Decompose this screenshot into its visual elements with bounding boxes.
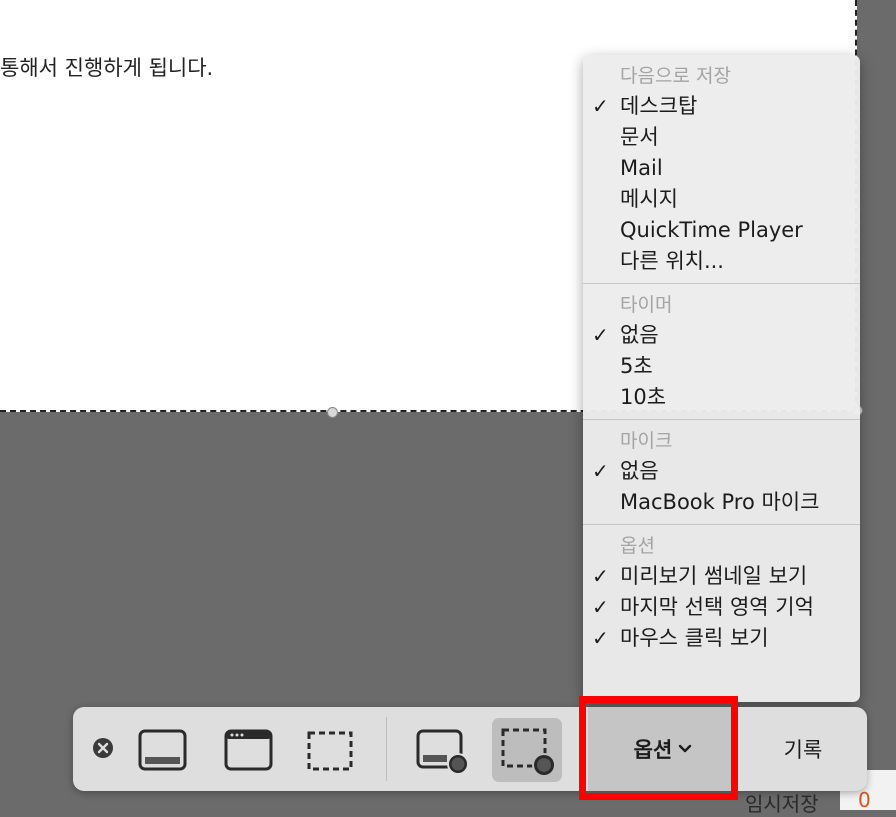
menu-item-messages[interactable]: 메시지: [583, 184, 860, 215]
record-label: 기록: [783, 738, 823, 762]
menu-header-options: 옵션: [620, 535, 655, 557]
menu-item-mic-macbook-pro[interactable]: MacBook Pro 마이크: [583, 487, 860, 518]
selection-handle-bottom[interactable]: [327, 407, 338, 418]
menu-item-desktop[interactable]: ✓ 데스크탑: [583, 91, 860, 122]
menu-item-show-mouse-clicks[interactable]: ✓ 마우스 클릭 보기: [583, 623, 860, 654]
checkmark-icon: ✓: [592, 595, 609, 619]
screenshot-toolbar: 옵션 기록: [73, 707, 867, 791]
toolbar-divider: [386, 717, 387, 781]
record-selection-icon[interactable]: [492, 718, 562, 782]
menu-header-timer: 타이머: [620, 294, 673, 316]
menu-header-save-to: 다음으로 저장: [620, 65, 731, 87]
menu-item-quicktime-player[interactable]: QuickTime Player: [583, 215, 860, 246]
menu-item-timer-none[interactable]: ✓ 없음: [583, 320, 860, 351]
checkmark-icon: ✓: [592, 626, 609, 650]
menu-item-mail[interactable]: Mail: [583, 153, 860, 184]
menu-item-mic-none[interactable]: ✓ 없음: [583, 456, 860, 487]
capture-window-icon[interactable]: [221, 725, 277, 777]
menu-header-microphone: 마이크: [620, 430, 673, 452]
save-draft-button[interactable]: 임시저장: [745, 788, 819, 817]
record-entire-screen-icon[interactable]: [413, 725, 469, 777]
menu-section-save-to: 다음으로 저장 ✓ 데스크탑 문서 Mail 메시지 QuickTime Play…: [583, 61, 860, 283]
menu-item-remember-last-selection[interactable]: ✓ 마지막 선택 영역 기억: [583, 592, 860, 623]
menu-item-other-location[interactable]: 다른 위치...: [583, 246, 860, 277]
menu-item-timer-5s[interactable]: 5초: [583, 351, 860, 382]
menu-section-microphone: 마이크 ✓ 없음 MacBook Pro 마이크: [583, 419, 860, 524]
record-button[interactable]: 기록: [743, 707, 863, 791]
highlight-annotation-box: [579, 696, 738, 800]
checkmark-icon: ✓: [592, 94, 609, 118]
menu-item-show-floating-thumbnail[interactable]: ✓ 미리보기 썸네일 보기: [583, 561, 860, 592]
menu-section-options: 옵션 ✓ 미리보기 썸네일 보기 ✓ 마지막 선택 영역 기억 ✓ 마우스 클릭 보기: [583, 524, 860, 660]
capture-entire-screen-icon[interactable]: [135, 725, 191, 777]
close-icon[interactable]: [92, 737, 114, 759]
document-text: 통해서 진행하게 됩니다.: [0, 56, 214, 80]
checkmark-icon: ✓: [592, 459, 609, 483]
options-dropdown-menu: 다음으로 저장 ✓ 데스크탑 문서 Mail 메시지 QuickTime Play…: [583, 55, 860, 702]
checkmark-icon: ✓: [592, 564, 609, 588]
checkmark-icon: ✓: [592, 323, 609, 347]
menu-section-timer: 타이머 ✓ 없음 5초 10초: [583, 283, 860, 419]
capture-selection-icon[interactable]: [301, 725, 357, 777]
menu-item-timer-10s[interactable]: 10초: [583, 382, 860, 413]
menu-item-documents[interactable]: 문서: [583, 122, 860, 153]
